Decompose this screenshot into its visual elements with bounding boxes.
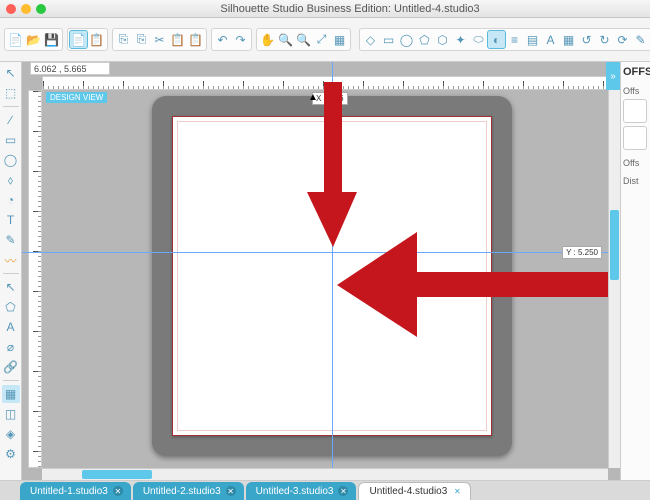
pointer-tool[interactable]: ↖ xyxy=(2,64,20,82)
close-tab-icon[interactable]: ✕ xyxy=(452,487,462,497)
zoom-window[interactable] xyxy=(36,4,46,14)
clipboard-button[interactable]: 📋 xyxy=(169,31,186,48)
zoom-out-button[interactable]: 🔍 xyxy=(295,31,312,48)
print-button[interactable]: 📋 xyxy=(88,31,105,48)
tab-label: Untitled-2.studio3 xyxy=(143,486,221,497)
close-tab-icon[interactable]: ✕ xyxy=(226,486,236,496)
undo-button[interactable]: ↶ xyxy=(214,31,231,48)
library-panel-button[interactable]: ◈ xyxy=(2,425,20,443)
grid-panel-button[interactable]: ▦ xyxy=(2,385,20,403)
rectangle-tool[interactable]: ▭ xyxy=(2,131,20,149)
text-tool[interactable]: T xyxy=(2,211,20,229)
panel-section-2: Offs xyxy=(623,158,648,168)
move-tool[interactable]: ↖ xyxy=(2,278,20,296)
arc-tool[interactable]: ◔ xyxy=(2,191,20,209)
new-file-button[interactable]: 📄 xyxy=(7,31,24,48)
panel-title: OFFS xyxy=(623,66,648,78)
rotate-ccw-button[interactable]: ↺ xyxy=(578,31,595,48)
guide-vertical[interactable] xyxy=(332,62,333,480)
paste-button[interactable]: ⎘ xyxy=(133,31,150,48)
pan-button[interactable]: ✋ xyxy=(259,31,276,48)
tab-label: Untitled-1.studio3 xyxy=(30,486,108,497)
canvas[interactable]: 6.062 , 5.665 DESIGN VIEW » X : 6.06 ▲ Y… xyxy=(22,62,620,480)
offset-option-1[interactable] xyxy=(623,99,647,123)
shape-ellipse-button[interactable]: ⬭ xyxy=(470,31,487,48)
shape-diamond-button[interactable]: ◇ xyxy=(362,31,379,48)
link-tool[interactable]: 🔗 xyxy=(2,358,20,376)
shape-star-button[interactable]: ✦ xyxy=(452,31,469,48)
titlebar: Silhouette Studio Business Edition: Unti… xyxy=(0,0,650,18)
marquee-tool[interactable]: ⬚ xyxy=(2,84,20,102)
tab-doc-2[interactable]: Untitled-2.studio3 ✕ xyxy=(133,482,244,500)
edit-points-button[interactable]: ✎ xyxy=(632,31,649,48)
open-file-button[interactable]: 📂 xyxy=(25,31,42,48)
shape-tool[interactable]: ⬠ xyxy=(2,298,20,316)
circle-tool[interactable]: ◯ xyxy=(2,151,20,169)
ruler-marker-icon: ▲ xyxy=(308,92,318,103)
eraser-tool[interactable]: ⌀ xyxy=(2,338,20,356)
shape-circle-button[interactable]: ◯ xyxy=(398,31,415,48)
main-area: ↖ ⬚ ∕ ▭ ◯ ⬨ ◔ T ✎ 〰 ↖ ⬠ A ⌀ 🔗 ▦ ◫ ◈ ⚙ 6.… xyxy=(0,62,650,480)
minimize-window[interactable] xyxy=(21,4,31,14)
document-tabs: Untitled-1.studio3✕ Untitled-2.studio3✕ … xyxy=(0,480,650,500)
toolbar-main: 📄 📂 💾 📄 📋 ⎘ ⎘ ✂ 📋 📋 ↶ ↷ ✋ 🔍 🔍 ⤢ ▦ ◇ ▭ ◯ … xyxy=(0,18,650,62)
window-controls xyxy=(6,4,46,14)
zoom-in-button[interactable]: 🔍 xyxy=(277,31,294,48)
distribute-button[interactable]: ▤ xyxy=(524,31,541,48)
fit-button[interactable]: ⤢ xyxy=(313,31,330,48)
panel-collapse-chevron[interactable]: » xyxy=(606,62,620,90)
grid-toggle-button[interactable]: ▦ xyxy=(331,31,348,48)
shape-pentagon-button[interactable]: ⬠ xyxy=(416,31,433,48)
duplicate-button[interactable]: 📋 xyxy=(187,31,204,48)
copy-button[interactable]: ⎘ xyxy=(115,31,132,48)
save-button[interactable]: 💾 xyxy=(43,31,60,48)
scrollbar-thumb-v[interactable] xyxy=(610,210,619,280)
y-coordinate-tag: Y : 5.250 xyxy=(562,246,602,259)
pattern-button[interactable]: ▦ xyxy=(560,31,577,48)
pencil-tool[interactable]: ✎ xyxy=(2,231,20,249)
scrollbar-horizontal[interactable] xyxy=(42,468,608,480)
left-toolbar: ↖ ⬚ ∕ ▭ ◯ ⬨ ◔ T ✎ 〰 ↖ ⬠ A ⌀ 🔗 ▦ ◫ ◈ ⚙ xyxy=(0,62,22,480)
design-view-badge: DESIGN VIEW xyxy=(46,92,107,103)
window-title: Silhouette Studio Business Edition: Unti… xyxy=(56,3,644,15)
cut-button[interactable]: ✂ xyxy=(151,31,168,48)
panel-section-1: Offs xyxy=(623,86,648,96)
scrollbar-thumb-h[interactable] xyxy=(82,470,152,479)
shape-hexagon-button[interactable]: ⬡ xyxy=(434,31,451,48)
align-button[interactable]: ≡ xyxy=(506,31,523,48)
tab-label: Untitled-3.studio3 xyxy=(256,486,334,497)
page-button[interactable]: 📄 xyxy=(70,31,87,48)
redo-button[interactable]: ↷ xyxy=(232,31,249,48)
layers-panel-button[interactable]: ◫ xyxy=(2,405,20,423)
scrollbar-vertical[interactable] xyxy=(608,90,620,468)
ruler-horizontal[interactable] xyxy=(42,76,608,90)
close-window[interactable] xyxy=(6,4,16,14)
tab-doc-3[interactable]: Untitled-3.studio3 ✕ xyxy=(246,482,357,500)
type-tool[interactable]: A xyxy=(2,318,20,336)
shape-rect-button[interactable]: ▭ xyxy=(380,31,397,48)
rotate-cw-button[interactable]: ↻ xyxy=(596,31,613,48)
shape-arc-button[interactable]: ◐ xyxy=(488,31,505,48)
coordinates-readout: 6.062 , 5.665 xyxy=(30,62,110,75)
distance-label: Dist xyxy=(623,176,648,186)
guide-horizontal[interactable] xyxy=(22,252,620,253)
close-tab-icon[interactable]: ✕ xyxy=(338,486,348,496)
ruler-vertical[interactable] xyxy=(28,90,42,468)
freehand-tool[interactable]: 〰 xyxy=(2,251,20,269)
polygon-tool[interactable]: ⬨ xyxy=(2,171,20,189)
close-tab-icon[interactable]: ✕ xyxy=(113,486,123,496)
tab-doc-4[interactable]: Untitled-4.studio3 ✕ xyxy=(358,482,471,500)
text-button[interactable]: A xyxy=(542,31,559,48)
line-tool[interactable]: ∕ xyxy=(2,111,20,129)
right-panel: OFFS Offs Offs Dist xyxy=(620,62,650,480)
tab-doc-1[interactable]: Untitled-1.studio3 ✕ xyxy=(20,482,131,500)
offset-option-2[interactable] xyxy=(623,126,647,150)
tab-label: Untitled-4.studio3 xyxy=(369,486,447,497)
settings-button[interactable]: ⚙ xyxy=(2,445,20,463)
mirror-button[interactable]: ⟳ xyxy=(614,31,631,48)
